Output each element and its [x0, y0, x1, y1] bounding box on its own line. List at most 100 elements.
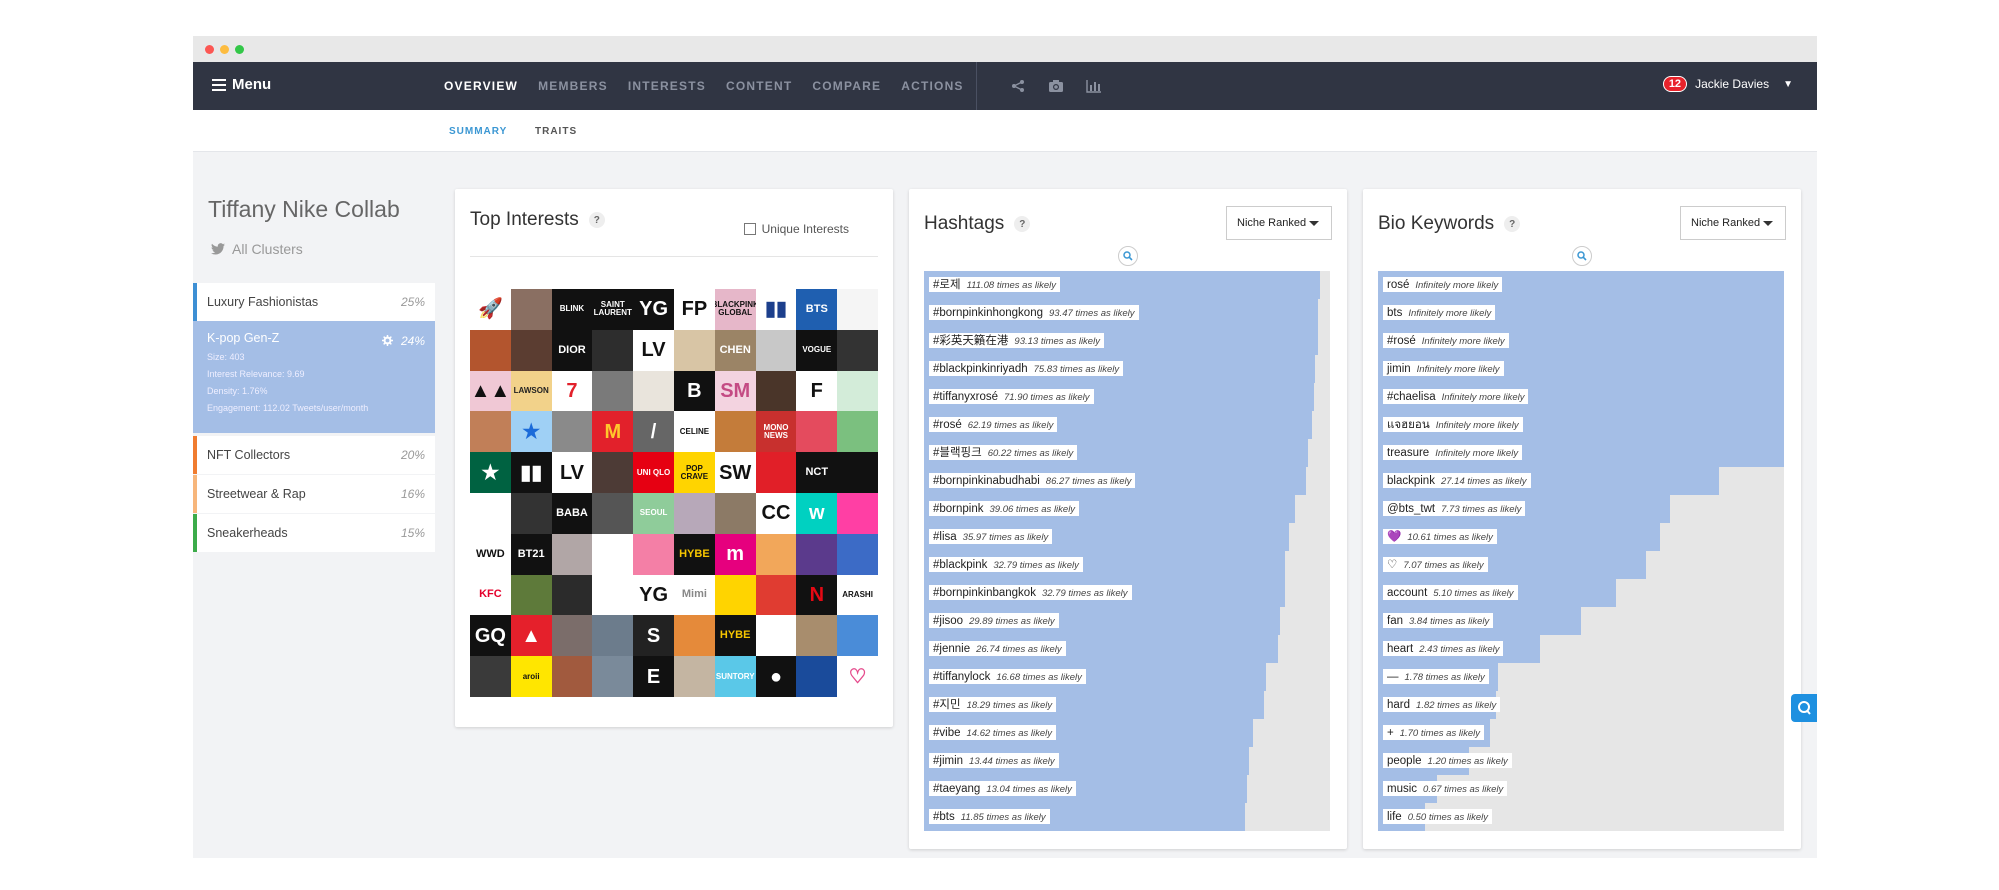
interest-logo-tile[interactable]: [755, 370, 797, 412]
interest-logo-tile[interactable]: F: [796, 370, 838, 412]
bar-row[interactable]: rosé Infinitely more likely: [1378, 271, 1784, 299]
interest-logo-tile[interactable]: [551, 574, 593, 616]
interest-logo-tile[interactable]: SM: [714, 370, 756, 412]
gear-icon[interactable]: [382, 335, 393, 349]
interest-logo-tile[interactable]: N: [796, 574, 838, 616]
bar-row[interactable]: #彩英天籟在港 93.13 times as likely: [924, 327, 1330, 355]
help-icon[interactable]: ?: [1014, 216, 1031, 232]
hashtags-sort-select[interactable]: Niche Ranked: [1226, 206, 1332, 240]
interest-logo-tile[interactable]: MONO NEWS: [755, 411, 797, 453]
interest-logo-tile[interactable]: [470, 411, 511, 453]
all-clusters-link[interactable]: All Clusters: [211, 241, 303, 257]
interest-logo-tile[interactable]: [796, 615, 838, 657]
interest-logo-tile[interactable]: [837, 329, 878, 371]
bar-row[interactable]: #tiffanyxrosé 71.90 times as likely: [924, 383, 1330, 411]
bio-sort-select[interactable]: Niche Ranked: [1680, 206, 1786, 240]
bar-row[interactable]: #jimin 13.44 times as likely: [924, 747, 1330, 775]
interest-logo-tile[interactable]: S: [633, 615, 674, 657]
interest-logo-tile[interactable]: [755, 452, 797, 493]
interest-logo-tile[interactable]: [837, 533, 878, 575]
tab-overview[interactable]: OVERVIEW: [444, 79, 518, 93]
bar-row[interactable]: fan 3.84 times as likely: [1378, 607, 1784, 635]
bar-row[interactable]: #blackpinkinriyadh 75.83 times as likely: [924, 355, 1330, 383]
interest-logo-tile[interactable]: [837, 370, 878, 412]
bar-row[interactable]: #bornpinkinabudhabi 86.27 times as likely: [924, 467, 1330, 495]
interest-logo-tile[interactable]: ★: [470, 452, 511, 493]
interest-logo-tile[interactable]: [510, 492, 552, 534]
interest-logo-tile[interactable]: CELINE: [673, 411, 715, 453]
bar-row[interactable]: #vibe 14.62 times as likely: [924, 719, 1330, 747]
interest-logo-tile[interactable]: [837, 452, 878, 493]
interest-logo-tile[interactable]: ▮▮: [510, 452, 552, 493]
interest-logo-tile[interactable]: SUNTORY: [714, 656, 756, 697]
interest-logo-tile[interactable]: WWD: [470, 533, 511, 575]
bar-row[interactable]: #bts 11.85 times as likely: [924, 803, 1330, 831]
user-menu[interactable]: 12 Jackie Davies ▼: [1662, 76, 1793, 92]
camera-icon[interactable]: [1046, 76, 1066, 96]
interest-logo-tile[interactable]: [592, 370, 634, 412]
interest-logo-tile[interactable]: [837, 492, 878, 534]
bar-row[interactable]: #blackpink 32.79 times as likely: [924, 551, 1330, 579]
bar-row[interactable]: #chaelisa Infinitely more likely: [1378, 383, 1784, 411]
interest-logo-tile[interactable]: CHEN: [714, 329, 756, 371]
interest-logo-tile[interactable]: SW: [714, 452, 756, 493]
minimize-window-button[interactable]: [220, 45, 229, 54]
interest-logo-tile[interactable]: [714, 492, 756, 534]
interest-logo-tile[interactable]: [592, 533, 634, 575]
interest-logo-tile[interactable]: [755, 329, 797, 371]
bar-row[interactable]: hard 1.82 times as likely: [1378, 691, 1784, 719]
interest-logo-tile[interactable]: ♡: [837, 656, 878, 697]
interest-logo-tile[interactable]: CC: [755, 492, 797, 534]
interest-logo-tile[interactable]: [470, 492, 511, 534]
interest-logo-tile[interactable]: HYBE: [673, 533, 715, 575]
interest-logo-tile[interactable]: LV: [633, 329, 674, 371]
interest-logo-tile[interactable]: [592, 656, 634, 697]
interest-logo-tile[interactable]: LV: [551, 452, 593, 493]
bar-row[interactable]: 💜 10.61 times as likely: [1378, 523, 1784, 551]
tab-actions[interactable]: ACTIONS: [901, 79, 963, 93]
interest-logo-tile[interactable]: ▲: [510, 615, 552, 657]
interest-logo-tile[interactable]: [551, 411, 593, 453]
bar-row[interactable]: #tiffanylock 16.68 times as likely: [924, 663, 1330, 691]
interest-logo-tile[interactable]: [673, 492, 715, 534]
tab-compare[interactable]: COMPARE: [812, 79, 881, 93]
bar-row[interactable]: people 1.20 times as likely: [1378, 747, 1784, 775]
subtab-summary[interactable]: SUMMARY: [449, 126, 507, 137]
interest-logo-tile[interactable]: [592, 492, 634, 534]
bar-row[interactable]: account 5.10 times as likely: [1378, 579, 1784, 607]
cluster-luxury-fashionistas[interactable]: Luxury Fashionistas 25%: [193, 283, 435, 321]
bar-row[interactable]: #bornpinkinhongkong 93.47 times as likely: [924, 299, 1330, 327]
bar-row[interactable]: #bornpinkinbangkok 32.79 times as likely: [924, 579, 1330, 607]
interest-logo-tile[interactable]: GQ: [470, 615, 511, 657]
interest-logo-tile[interactable]: FP: [673, 289, 715, 330]
interest-logo-tile[interactable]: YG: [633, 574, 674, 616]
bar-row[interactable]: life 0.50 times as likely: [1378, 803, 1784, 831]
bar-row[interactable]: — 1.78 times as likely: [1378, 663, 1784, 691]
notification-badge[interactable]: 12: [1662, 76, 1688, 92]
interest-logo-tile[interactable]: [796, 656, 838, 697]
interest-logo-tile[interactable]: w: [796, 492, 838, 534]
interest-logo-tile[interactable]: [755, 615, 797, 657]
interest-logo-tile[interactable]: [755, 574, 797, 616]
interest-logo-tile[interactable]: BLACKPINK GLOBAL: [714, 289, 756, 330]
interest-logo-tile[interactable]: [592, 574, 634, 616]
maximize-window-button[interactable]: [235, 45, 244, 54]
menu-button[interactable]: Menu: [212, 76, 271, 93]
unique-interests-checkbox[interactable]: [743, 223, 756, 235]
interest-logo-tile[interactable]: B: [673, 370, 715, 412]
interest-logo-tile[interactable]: YG: [633, 289, 674, 330]
bar-row[interactable]: #로제 111.08 times as likely: [924, 271, 1330, 299]
cluster-sneakerheads[interactable]: Sneakerheads 15%: [193, 514, 435, 552]
interest-logo-tile[interactable]: aroii: [510, 656, 552, 697]
interest-logo-tile[interactable]: [470, 329, 511, 371]
interest-logo-tile[interactable]: [592, 452, 634, 493]
bar-chart-icon[interactable]: [1084, 76, 1104, 96]
close-window-button[interactable]: [205, 45, 214, 54]
bar-row[interactable]: #지민 18.29 times as likely: [924, 691, 1330, 719]
interest-logo-tile[interactable]: POP CRAVE: [673, 452, 715, 493]
interest-logo-tile[interactable]: /: [633, 411, 674, 453]
interest-logo-tile[interactable]: [837, 289, 878, 330]
interest-logo-tile[interactable]: ▲▲: [470, 370, 511, 412]
bar-row[interactable]: #lisa 35.97 times as likely: [924, 523, 1330, 551]
bar-row[interactable]: #bornpink 39.06 times as likely: [924, 495, 1330, 523]
